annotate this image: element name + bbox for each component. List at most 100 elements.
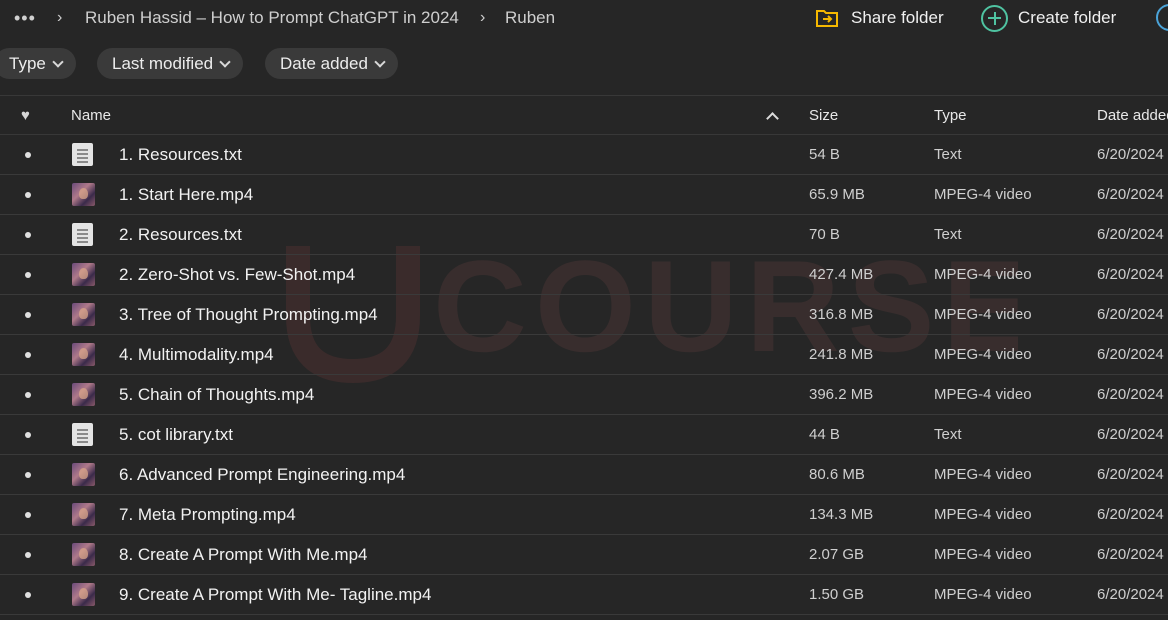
sort-ascending-icon[interactable]: [766, 112, 779, 125]
file-name[interactable]: 6. Advanced Prompt Engineering.mp4: [119, 465, 405, 485]
chevron-down-icon: [52, 55, 64, 68]
chevron-right-icon: ›: [57, 9, 63, 26]
row-bullet: [25, 592, 31, 598]
row-bullet: [25, 232, 31, 238]
video-thumbnail-icon: [72, 343, 95, 366]
filter-date-added-label: Date added: [280, 53, 368, 73]
file-date-added: 6/20/2024: [1097, 346, 1164, 363]
table-row[interactable]: 2. Resources.txt 70 B Text 6/20/2024: [0, 215, 1168, 255]
file-size: 44 B: [809, 426, 840, 443]
row-bullet: [25, 552, 31, 558]
file-name[interactable]: 3. Tree of Thought Prompting.mp4: [119, 305, 378, 325]
filter-last-modified-label: Last modified: [112, 53, 214, 73]
name-column-header[interactable]: Name: [71, 107, 111, 124]
upload-icon[interactable]: [1156, 4, 1168, 31]
row-bullet: [25, 312, 31, 318]
more-options-button[interactable]: •••: [14, 9, 36, 27]
file-date-added: 6/20/2024: [1097, 546, 1164, 563]
row-bullet: [25, 432, 31, 438]
file-name[interactable]: 9. Create A Prompt With Me- Tagline.mp4: [119, 585, 431, 605]
breadcrumb-current-folder[interactable]: Ruben: [505, 8, 555, 28]
document-icon: [72, 143, 95, 166]
create-folder-button[interactable]: Create folder: [981, 4, 1116, 32]
file-date-added: 6/20/2024: [1097, 426, 1164, 443]
file-date-added: 6/20/2024: [1097, 146, 1164, 163]
video-thumbnail-icon: [72, 183, 95, 206]
filter-date-added[interactable]: Date added: [265, 48, 398, 79]
breadcrumb-parent-folder[interactable]: Ruben Hassid – How to Prompt ChatGPT in …: [85, 8, 459, 28]
row-bullet: [25, 472, 31, 478]
share-folder-icon: [816, 10, 838, 27]
file-type: MPEG-4 video: [934, 306, 1032, 323]
row-bullet: [25, 352, 31, 358]
file-type: MPEG-4 video: [934, 186, 1032, 203]
file-type: MPEG-4 video: [934, 586, 1032, 603]
file-browser: ••• › Ruben Hassid – How to Prompt ChatG…: [0, 0, 1168, 620]
video-thumbnail-icon: [72, 263, 95, 286]
chevron-down-icon: [374, 55, 386, 68]
table-row[interactable]: 8. Create A Prompt With Me.mp4 2.07 GB M…: [0, 535, 1168, 575]
file-size: 396.2 MB: [809, 386, 874, 403]
table-row[interactable]: 2. Zero-Shot vs. Few-Shot.mp4 427.4 MB M…: [0, 255, 1168, 295]
file-name[interactable]: 5. cot library.txt: [119, 425, 233, 445]
file-type: Text: [934, 426, 962, 443]
date-added-column-header[interactable]: Date added: [1097, 107, 1168, 124]
chevron-right-icon: ›: [480, 9, 486, 26]
video-thumbnail-icon: [72, 503, 95, 526]
plus-circle-icon: [981, 4, 1008, 32]
table-row[interactable]: 5. Chain of Thoughts.mp4 396.2 MB MPEG-4…: [0, 375, 1168, 415]
file-date-added: 6/20/2024: [1097, 586, 1164, 603]
file-name[interactable]: 1. Resources.txt: [119, 145, 242, 165]
filter-type[interactable]: Type: [0, 48, 76, 79]
file-type: MPEG-4 video: [934, 546, 1032, 563]
file-name[interactable]: 5. Chain of Thoughts.mp4: [119, 385, 314, 405]
file-size: 316.8 MB: [809, 306, 874, 323]
filter-last-modified[interactable]: Last modified: [97, 48, 244, 79]
top-bar: ••• › Ruben Hassid – How to Prompt ChatG…: [0, 0, 1168, 38]
video-thumbnail-icon: [72, 543, 95, 566]
file-type: Text: [934, 226, 962, 243]
share-folder-button[interactable]: Share folder: [816, 4, 944, 32]
table-row[interactable]: 5. cot library.txt 44 B Text 6/20/2024: [0, 415, 1168, 455]
share-folder-label: Share folder: [851, 8, 944, 27]
document-icon: [72, 423, 95, 446]
file-size: 70 B: [809, 226, 840, 243]
row-bullet: [25, 192, 31, 198]
file-type: MPEG-4 video: [934, 346, 1032, 363]
file-date-added: 6/20/2024: [1097, 506, 1164, 523]
document-icon: [72, 223, 95, 246]
file-type: MPEG-4 video: [934, 386, 1032, 403]
file-size: 2.07 GB: [809, 546, 865, 563]
file-date-added: 6/20/2024: [1097, 466, 1164, 483]
size-column-header[interactable]: Size: [809, 107, 838, 124]
row-bullet: [25, 152, 31, 158]
file-size: 134.3 MB: [809, 506, 874, 523]
file-type: MPEG-4 video: [934, 266, 1032, 283]
row-bullet: [25, 272, 31, 278]
file-size: 65.9 MB: [809, 186, 865, 203]
file-name[interactable]: 1. Start Here.mp4: [119, 185, 253, 205]
file-date-added: 6/20/2024: [1097, 386, 1164, 403]
file-name[interactable]: 4. Multimodality.mp4: [119, 345, 274, 365]
file-date-added: 6/20/2024: [1097, 306, 1164, 323]
table-row[interactable]: 9. Create A Prompt With Me- Tagline.mp4 …: [0, 575, 1168, 615]
table-row[interactable]: 7. Meta Prompting.mp4 134.3 MB MPEG-4 vi…: [0, 495, 1168, 535]
table-row[interactable]: 4. Multimodality.mp4 241.8 MB MPEG-4 vid…: [0, 335, 1168, 375]
table-row[interactable]: 1. Start Here.mp4 65.9 MB MPEG-4 video 6…: [0, 175, 1168, 215]
file-name[interactable]: 7. Meta Prompting.mp4: [119, 505, 296, 525]
file-name[interactable]: 2. Resources.txt: [119, 225, 242, 245]
type-column-header[interactable]: Type: [934, 107, 967, 124]
table-row[interactable]: 1. Resources.txt 54 B Text 6/20/2024: [0, 135, 1168, 175]
file-name[interactable]: 8. Create A Prompt With Me.mp4: [119, 545, 367, 565]
favorite-column-icon[interactable]: ♥: [21, 108, 30, 123]
file-type: Text: [934, 146, 962, 163]
file-name[interactable]: 2. Zero-Shot vs. Few-Shot.mp4: [119, 265, 355, 285]
file-size: 80.6 MB: [809, 466, 865, 483]
table-row[interactable]: 3. Tree of Thought Prompting.mp4 316.8 M…: [0, 295, 1168, 335]
video-thumbnail-icon: [72, 463, 95, 486]
chevron-down-icon: [219, 55, 231, 68]
file-date-added: 6/20/2024: [1097, 226, 1164, 243]
file-date-added: 6/20/2024: [1097, 266, 1164, 283]
file-size: 241.8 MB: [809, 346, 874, 363]
table-row[interactable]: 6. Advanced Prompt Engineering.mp4 80.6 …: [0, 455, 1168, 495]
